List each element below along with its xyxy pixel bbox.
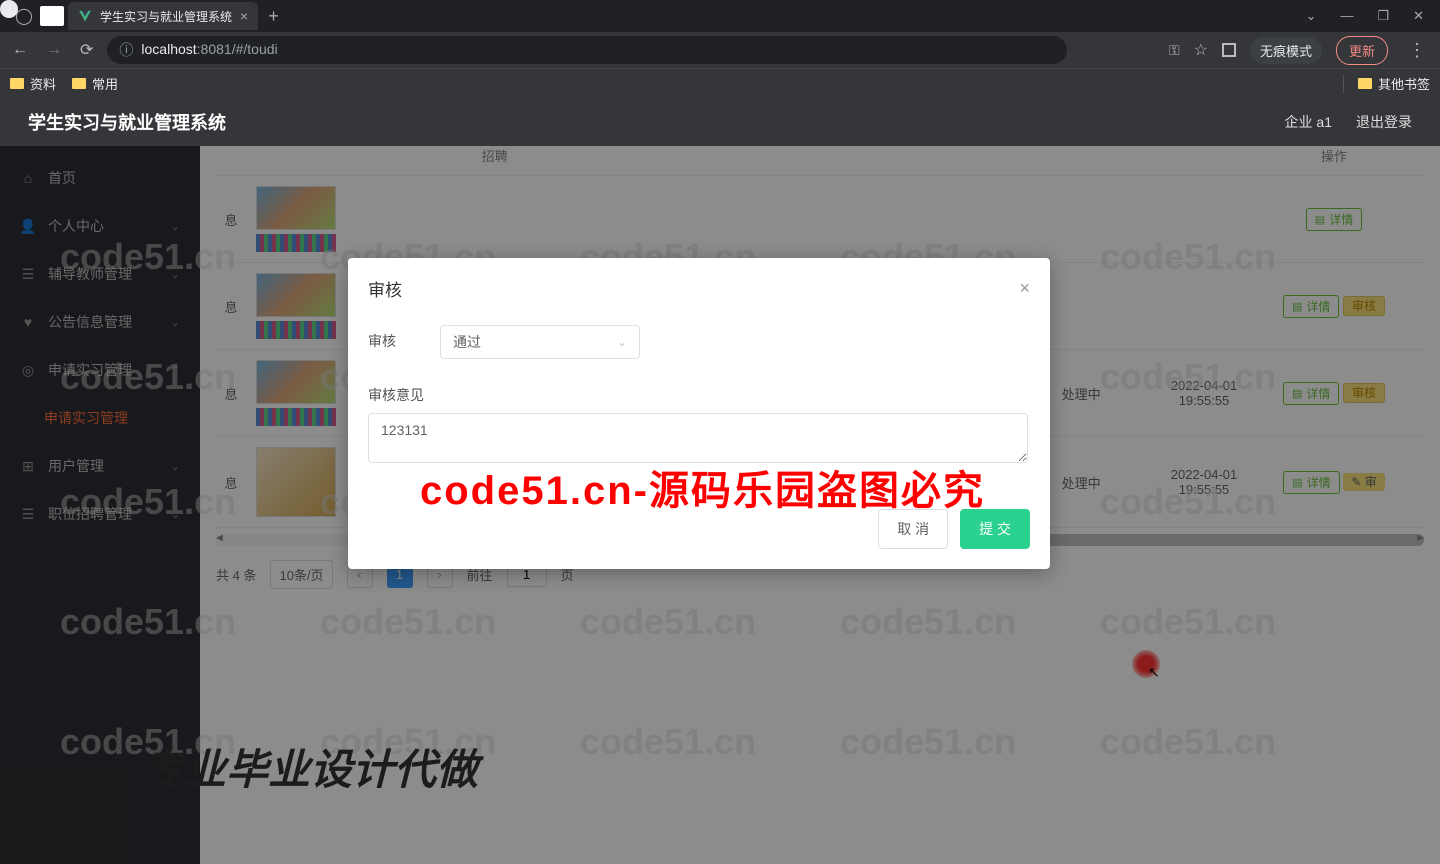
forward-icon[interactable]: → [42, 41, 66, 59]
submit-button[interactable]: 提 交 [960, 509, 1030, 549]
audit-label: 审核 [368, 325, 428, 351]
reload-icon[interactable]: ⟳ [76, 40, 97, 60]
folder-icon [72, 78, 86, 89]
bookmark-item[interactable]: 资料 [10, 74, 56, 93]
url-input[interactable]: ⓘ localhost:8081/#/toudi [107, 36, 1067, 64]
blank-tab-icon[interactable] [40, 6, 64, 26]
cancel-button[interactable]: 取 消 [878, 509, 948, 549]
vue-icon [78, 9, 92, 23]
url-host: localhost [141, 41, 196, 57]
user-label[interactable]: 企业 a1 [1285, 112, 1332, 132]
active-tab[interactable]: 学生实习与就业管理系统 × [68, 2, 258, 30]
incognito-badge[interactable]: 无痕模式 [1250, 37, 1322, 64]
close-window-icon[interactable]: ✕ [1413, 8, 1424, 24]
bookmark-item[interactable]: 常用 [72, 74, 118, 93]
opinion-textarea[interactable]: 123131 [368, 413, 1028, 463]
url-path: /#/toudi [232, 41, 278, 57]
app-header: 学生实习与就业管理系统 企业 a1 退出登录 [0, 98, 1440, 146]
logout-link[interactable]: 退出登录 [1356, 112, 1412, 132]
opinion-label: 审核意见 [368, 379, 1030, 405]
url-port: :8081 [197, 41, 232, 57]
bookmarks-bar: 资料 常用 其他书签 [0, 68, 1440, 98]
audit-modal: 审核 × 审核 通过 ⌄ 审核意见 123131 取 消 提 交 [348, 258, 1050, 569]
incognito-label: 无痕模式 [1260, 41, 1312, 60]
maximize-icon[interactable]: ❐ [1377, 8, 1389, 24]
close-icon[interactable]: × [1019, 278, 1030, 299]
new-tab-button[interactable]: + [268, 6, 279, 27]
tab-close-icon[interactable]: × [240, 8, 248, 24]
incognito-icon [0, 0, 18, 18]
folder-icon [10, 78, 24, 89]
address-bar: ← → ⟳ ⓘ localhost:8081/#/toudi ⚿ ☆ 无痕模式 … [0, 32, 1440, 68]
update-button[interactable]: 更新 [1336, 36, 1388, 65]
browser-titlebar: ◯ 学生实习与就业管理系统 × + ⌄ — ❐ ✕ [0, 0, 1440, 32]
audit-select[interactable]: 通过 ⌄ [440, 325, 640, 359]
back-icon[interactable]: ← [8, 41, 32, 59]
info-icon[interactable]: ⓘ [119, 40, 133, 60]
other-bookmarks[interactable]: 其他书签 [1343, 74, 1430, 93]
extensions-icon[interactable] [1222, 43, 1236, 57]
key-icon[interactable]: ⚿ [1169, 42, 1180, 59]
chevron-down-icon: ⌄ [617, 335, 627, 349]
folder-icon [1358, 78, 1372, 89]
kebab-menu-icon[interactable]: ⋮ [1402, 40, 1432, 61]
chevron-down-icon[interactable]: ⌄ [1306, 8, 1317, 24]
modal-title: 审核 [368, 276, 402, 301]
tab-title: 学生实习与就业管理系统 [100, 8, 232, 25]
minimize-icon[interactable]: — [1340, 8, 1353, 24]
app-title: 学生实习与就业管理系统 [28, 109, 226, 135]
star-icon[interactable]: ☆ [1194, 40, 1208, 60]
